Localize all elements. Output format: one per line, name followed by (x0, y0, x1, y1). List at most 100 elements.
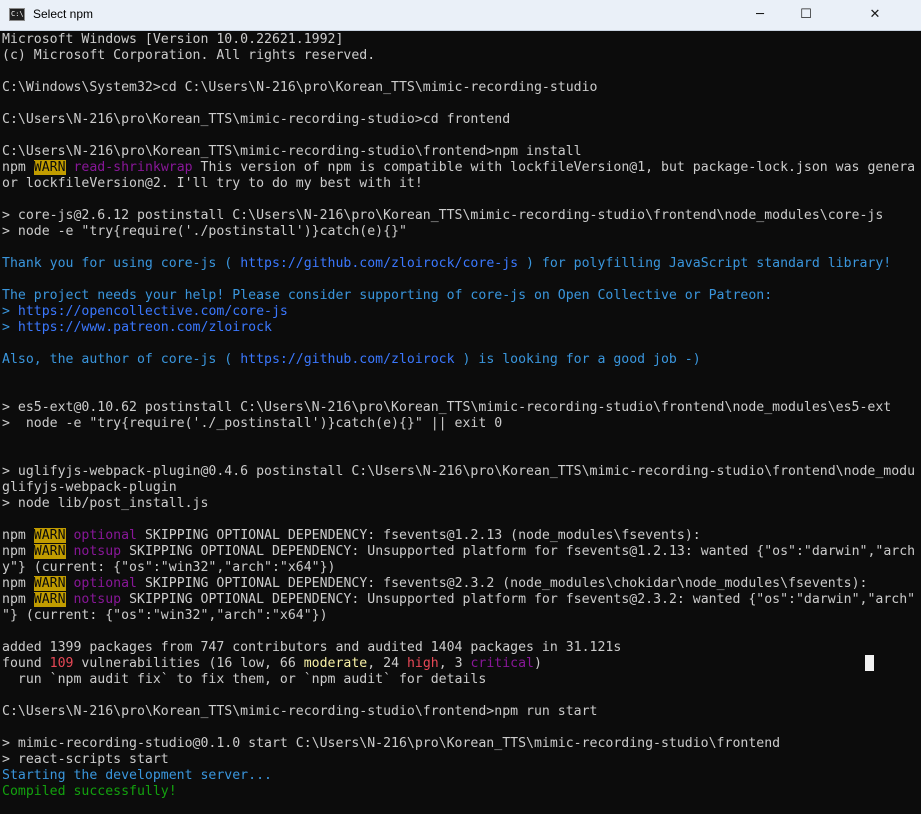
terminal-line: > es5-ext@0.10.62 postinstall C:\Users\N… (2, 400, 891, 416)
terminal-line: C:\Users\N-216\pro\Korean_TTS\mimic-reco… (2, 704, 597, 720)
terminal-text-segment: added 1399 packages from 747 contributor… (2, 640, 622, 655)
terminal-line: npm WARN optional SKIPPING OPTIONAL DEPE… (2, 528, 701, 544)
minimize-button[interactable]: ─ (737, 0, 783, 30)
terminal-text-segment: SKIPPING OPTIONAL DEPENDENCY: Unsupporte… (121, 544, 916, 559)
terminal-line: Starting the development server... (2, 768, 272, 784)
terminal-line: npm WARN notsup SKIPPING OPTIONAL DEPEND… (2, 544, 915, 560)
terminal-text-segment: C:\Windows\System32>cd C:\Users\N-216\pr… (2, 80, 598, 95)
terminal-text-segment: run `npm audit fix` to fix them, or `npm… (2, 672, 487, 687)
terminal-text-segment: SKIPPING OPTIONAL DEPENDENCY: fsevents@2… (137, 576, 868, 591)
terminal-link: https://github.com/zloirock (240, 352, 455, 367)
maximize-button[interactable]: ☐ (783, 0, 829, 30)
terminal-text-segment: or lockfileVersion@2. I'll try to do my … (2, 176, 423, 191)
terminal-line: npm WARN optional SKIPPING OPTIONAL DEPE… (2, 576, 867, 592)
terminal-text-segment: Thank you for using core-js ( (2, 256, 241, 271)
console-app-icon: C:\ (9, 8, 25, 21)
terminal-text-segment: C:\Users\N-216\pro\Korean_TTS\mimic-reco… (2, 112, 511, 127)
terminal-text-segment: Starting the development server... (2, 768, 272, 783)
terminal-line: > react-scripts start (2, 752, 169, 768)
terminal-output[interactable]: Microsoft Windows [Version 10.0.22621.19… (0, 31, 921, 814)
terminal-text-segment: 109 (49, 656, 74, 671)
terminal-text-segment: Microsoft Windows [Version 10.0.22621.19… (2, 32, 344, 47)
terminal-text-segment: npm (2, 528, 34, 543)
window-title: Select npm (33, 7, 94, 21)
terminal-line: C:\Users\N-216\pro\Korean_TTS\mimic-reco… (2, 144, 582, 160)
terminal-text-segment: > uglifyjs-webpack-plugin@0.4.6 postinst… (2, 464, 916, 479)
maximize-icon: ☐ (800, 7, 812, 22)
terminal-text-segment: SKIPPING OPTIONAL DEPENDENCY: Unsupporte… (121, 592, 916, 607)
terminal-text-segment: WARN (33, 576, 66, 591)
terminal-text-segment: npm (2, 592, 34, 607)
text-cursor (865, 655, 874, 671)
terminal-line: y"} (current: {"os":"win32","arch":"x64"… (2, 560, 335, 576)
terminal-line: npm WARN read-shrinkwrap This version of… (2, 160, 915, 176)
terminal-text-segment: Compiled successfully! (2, 784, 177, 799)
terminal-line: > core-js@2.6.12 postinstall C:\Users\N-… (2, 208, 883, 224)
terminal-text-segment: WARN (33, 528, 66, 543)
terminal-text-segment: (c) Microsoft Corporation. All rights re… (2, 48, 376, 63)
terminal-line: or lockfileVersion@2. I'll try to do my … (2, 176, 423, 192)
terminal-line: > node -e "try{require('./_postinstall')… (2, 416, 502, 432)
terminal-line: npm WARN notsup SKIPPING OPTIONAL DEPEND… (2, 592, 915, 608)
terminal-text-segment: glifyjs-webpack-plugin (2, 480, 177, 495)
terminal-line: Compiled successfully! (2, 784, 177, 800)
terminal-text-segment: WARN (33, 592, 66, 607)
terminal-line: > node lib/post_install.js (2, 496, 208, 512)
terminal-text-segment: moderate (303, 656, 368, 671)
terminal-text-segment: ) is looking for a good job -) (454, 352, 701, 367)
terminal-line: > https://www.patreon.com/zloirock (2, 320, 272, 336)
terminal-line: found 109 vulnerabilities (16 low, 66 mo… (2, 656, 542, 672)
close-icon: ✕ (869, 7, 881, 22)
terminal-text-segment: > es5-ext@0.10.62 postinstall C:\Users\N… (2, 400, 892, 415)
terminal-line: The project needs your help! Please cons… (2, 288, 772, 304)
terminal-text-segment: > node lib/post_install.js (2, 496, 209, 511)
terminal-text-segment: optional (73, 576, 138, 591)
terminal-line: run `npm audit fix` to fix them, or `npm… (2, 672, 486, 688)
terminal-line: Thank you for using core-js ( https://gi… (2, 256, 891, 272)
terminal-text-segment: C:\Users\N-216\pro\Korean_TTS\mimic-reco… (2, 144, 582, 159)
minimize-icon: ─ (756, 7, 764, 22)
terminal-text-segment: vulnerabilities (16 low, 66 (73, 656, 304, 671)
terminal-text-segment: , 24 (367, 656, 407, 671)
terminal-line: C:\Windows\System32>cd C:\Users\N-216\pr… (2, 80, 597, 96)
terminal-text-segment: > node -e "try{require('./_postinstall')… (2, 416, 503, 431)
close-button[interactable]: ✕ (829, 0, 921, 30)
terminal-line: > mimic-recording-studio@0.1.0 start C:\… (2, 736, 780, 752)
terminal-text-segment: ) for polyfilling JavaScript standard li… (518, 256, 892, 271)
terminal-text-segment: Also, the author of core-js ( (2, 352, 241, 367)
terminal-text-segment: C:\Users\N-216\pro\Korean_TTS\mimic-reco… (2, 704, 598, 719)
terminal-line: glifyjs-webpack-plugin (2, 480, 177, 496)
terminal-line: "} (current: {"os":"win32","arch":"x64"}… (2, 608, 328, 624)
terminal-link: https://opencollective.com/core-js (17, 304, 288, 319)
terminal-text-segment: WARN (33, 160, 66, 175)
terminal-text-segment: > mimic-recording-studio@0.1.0 start C:\… (2, 736, 781, 751)
terminal-text-segment: npm (2, 576, 34, 591)
terminal-text-segment: > core-js@2.6.12 postinstall C:\Users\N-… (2, 208, 884, 223)
terminal-text-segment: , 3 (438, 656, 471, 671)
terminal-text-segment: notsup (73, 592, 122, 607)
terminal-link: https://github.com/zloirock/core-js (240, 256, 519, 271)
terminal-text-segment: "} (current: {"os":"win32","arch":"x64"}… (2, 608, 328, 623)
terminal-text-segment: notsup (73, 544, 122, 559)
terminal-text-segment: This version of npm is compatible with l… (192, 160, 916, 175)
terminal-line: added 1399 packages from 747 contributor… (2, 640, 621, 656)
terminal-text-segment: npm (2, 544, 34, 559)
terminal-line: > uglifyjs-webpack-plugin@0.4.6 postinst… (2, 464, 915, 480)
terminal-text-segment: > node -e "try{require('./postinstall')}… (2, 224, 407, 239)
terminal-text-segment: found (2, 656, 50, 671)
terminal-text-segment: > (2, 320, 18, 335)
terminal-text-segment: > react-scripts start (2, 752, 169, 767)
terminal-text-segment: WARN (33, 544, 66, 559)
terminal-text-segment: y"} (current: {"os":"win32","arch":"x64"… (2, 560, 336, 575)
terminal-line: (c) Microsoft Corporation. All rights re… (2, 48, 375, 64)
terminal-line: > https://opencollective.com/core-js (2, 304, 288, 320)
terminal-text-segment: > (2, 304, 18, 319)
terminal-text-segment: read-shrinkwrap (73, 160, 193, 175)
title-bar[interactable]: C:\ Select npm ─ ☐ ✕ (0, 0, 921, 31)
terminal-text-segment: npm (2, 160, 34, 175)
terminal-text-segment: optional (73, 528, 138, 543)
terminal-text-segment: SKIPPING OPTIONAL DEPENDENCY: fsevents@1… (137, 528, 701, 543)
terminal-line: Also, the author of core-js ( https://gi… (2, 352, 701, 368)
terminal-line: > node -e "try{require('./postinstall')}… (2, 224, 407, 240)
terminal-line: Microsoft Windows [Version 10.0.22621.19… (2, 32, 343, 48)
